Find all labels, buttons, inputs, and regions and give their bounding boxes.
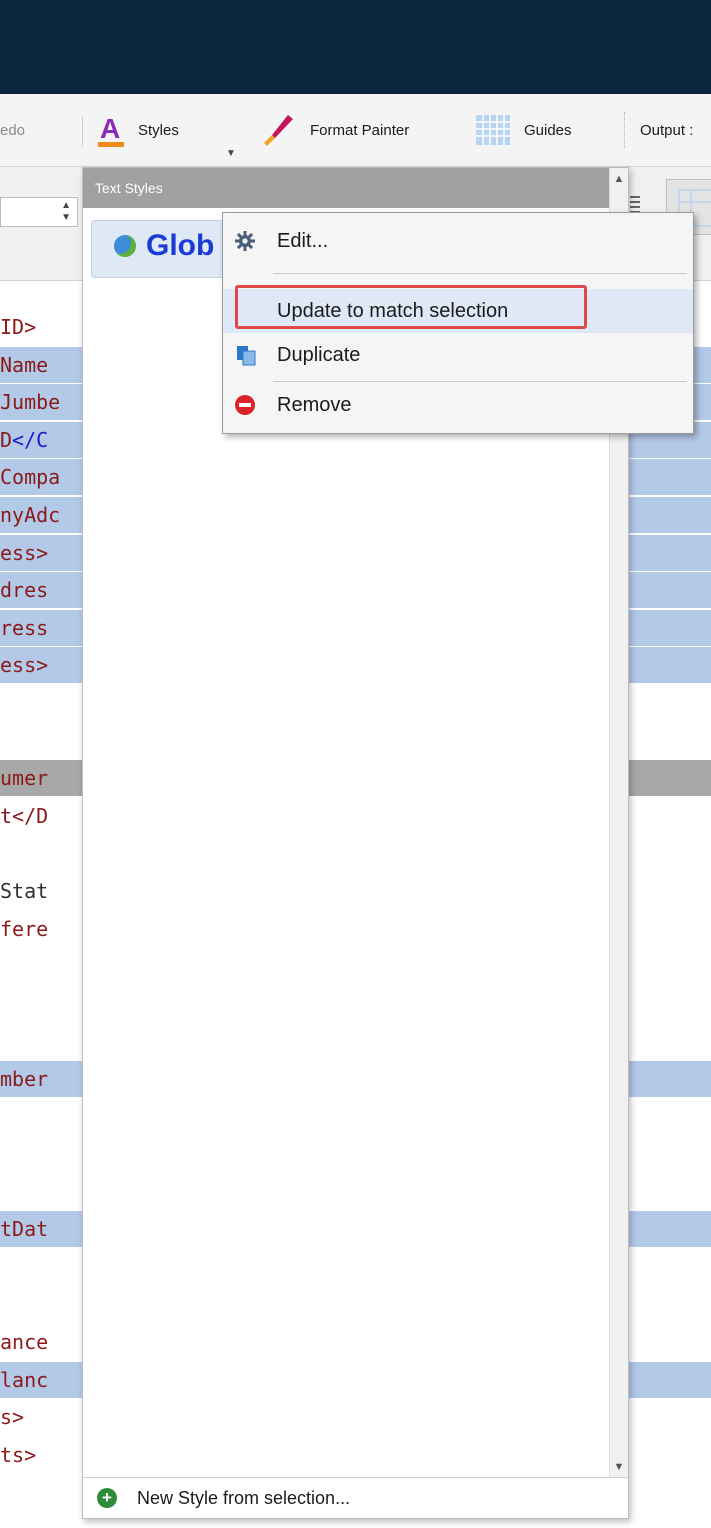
menu-label-update: Update to match selection [277,300,509,322]
code-token: Compa [0,465,61,490]
scroll-down-icon[interactable]: ▼ [610,1458,628,1476]
context-menu: Edit... Update to match selection Duplic… [222,212,694,434]
code-token: umer [0,766,49,791]
code-token: Jumbe [0,390,61,415]
globe-icon [114,235,136,257]
code-token: ID> [0,315,37,339]
scroll-up-icon[interactable]: ▲ [610,170,628,188]
code-token: Name [0,352,49,377]
code-token: ess> [0,540,49,565]
number-spinner[interactable]: ▲ ▼ [0,197,78,227]
code-token: ance [0,1330,49,1355]
panel-title: Text Styles [83,168,610,208]
code-token: s> [0,1405,25,1430]
toolbar-divider [82,116,83,146]
menu-label-duplicate: Duplicate [277,344,361,366]
gear-icon [235,231,255,251]
toolbar-divider [624,112,625,148]
code-token: nyAdc [0,503,61,527]
code-token: D [0,427,13,452]
menu-label-edit: Edit... [277,230,329,252]
code-token: Stat [0,879,49,903]
code-token: fere [0,916,49,941]
menu-item-edit[interactable]: Edit... [223,219,693,263]
redo-button[interactable]: edo [0,94,25,166]
code-token: ress [0,615,49,640]
guides-button[interactable]: Guides [476,94,572,166]
code-token: </C [12,427,49,452]
styles-button[interactable]: A Styles [98,94,179,166]
styles-label: Styles [138,121,179,139]
code-token: lanc [0,1367,49,1392]
menu-item-update-to-match-selection[interactable]: Update to match selection [223,285,693,333]
styles-icon: A [98,113,124,147]
format-painter-button[interactable]: Format Painter [260,94,409,166]
code-token: ts> [0,1443,37,1467]
styles-dropdown-icon[interactable]: ▼ [226,148,236,159]
spinner-arrows-icon[interactable]: ▲ ▼ [61,200,71,224]
guides-label: Guides [524,121,572,139]
style-item-label: Glob [146,229,215,262]
format-painter-icon [260,113,294,147]
title-bar [0,0,711,94]
code-token: dres [0,578,49,603]
output-button[interactable]: Output : [640,94,693,166]
toolbar: edo A Styles ▼ Format Painter Guides Out… [0,94,711,167]
redo-label: edo [0,121,26,139]
menu-item-duplicate[interactable]: Duplicate [223,333,693,377]
menu-divider [273,273,687,274]
output-label: Output : [640,121,694,139]
menu-item-remove[interactable]: Remove [223,383,693,427]
code-token: mber [0,1067,49,1091]
format-painter-label: Format Painter [310,121,410,139]
plus-icon: + [97,1488,117,1508]
grid-icon [476,115,510,145]
menu-divider [273,381,687,382]
menu-label-remove: Remove [277,394,352,416]
code-token: t</D [0,803,49,828]
code-token: tDat [0,1217,49,1242]
remove-icon [235,395,255,415]
new-style-button[interactable]: + New Style from selection... [83,1477,628,1518]
code-token: ess> [0,653,49,678]
duplicate-icon [237,346,256,366]
new-style-label: New Style from selection... [137,1488,351,1508]
